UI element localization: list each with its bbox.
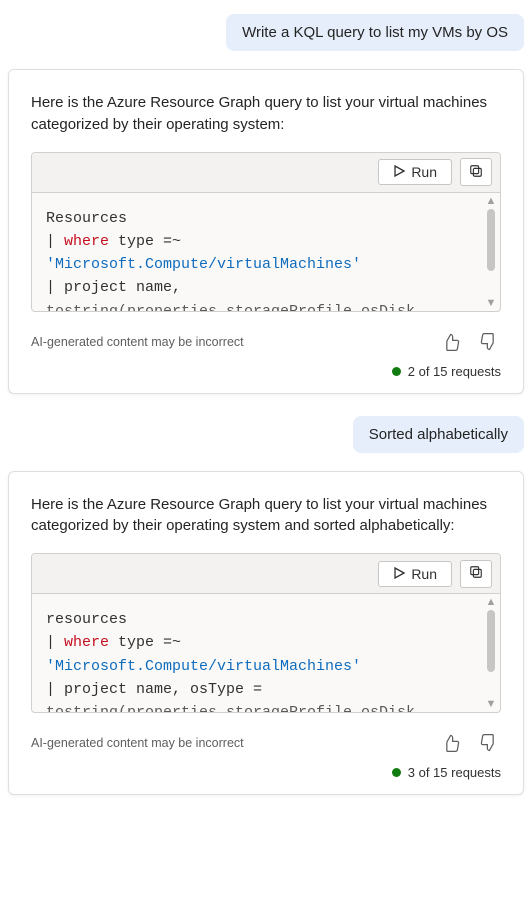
request-counter: 2 of 15 requests — [31, 364, 501, 379]
scroll-thumb[interactable] — [487, 610, 495, 672]
code-toolbar: Run — [32, 554, 500, 594]
response-footer: AI-generated content may be incorrect — [31, 731, 501, 755]
scroll-down-icon: ▼ — [486, 698, 497, 710]
status-dot-icon — [392, 367, 401, 376]
request-counter: 3 of 15 requests — [31, 765, 501, 780]
assistant-intro-text: Here is the Azure Resource Graph query t… — [31, 92, 501, 136]
request-counter-text: 3 of 15 requests — [408, 765, 501, 780]
scroll-up-icon: ▲ — [486, 195, 497, 207]
copy-button[interactable] — [460, 158, 492, 186]
feedback-buttons — [439, 731, 501, 755]
run-button-label: Run — [411, 566, 437, 582]
status-dot-icon — [392, 768, 401, 777]
thumbs-up-button[interactable] — [439, 731, 463, 755]
user-message: Sorted alphabetically — [353, 416, 524, 453]
assistant-response-card: Here is the Azure Resource Graph query t… — [8, 471, 524, 796]
ai-disclaimer: AI-generated content may be incorrect — [31, 736, 244, 750]
run-button[interactable]: Run — [378, 159, 452, 185]
code-block: Run resources | where type =~ 'Microsoft… — [31, 553, 501, 713]
request-counter-text: 2 of 15 requests — [408, 364, 501, 379]
code-toolbar: Run — [32, 153, 500, 193]
scroll-down-icon: ▼ — [486, 297, 497, 309]
assistant-intro-text: Here is the Azure Resource Graph query t… — [31, 494, 501, 538]
user-message: Write a KQL query to list my VMs by OS — [226, 14, 524, 51]
thumbs-down-button[interactable] — [477, 330, 501, 354]
scrollbar[interactable]: ▲ ▼ — [482, 193, 500, 311]
play-icon — [393, 164, 405, 180]
scrollbar[interactable]: ▲ ▼ — [482, 594, 500, 712]
play-icon — [393, 566, 405, 582]
run-button-label: Run — [411, 164, 437, 180]
copy-icon — [469, 164, 483, 181]
copy-icon — [469, 565, 483, 582]
response-footer: AI-generated content may be incorrect — [31, 330, 501, 354]
run-button[interactable]: Run — [378, 561, 452, 587]
copy-button[interactable] — [460, 560, 492, 588]
scroll-up-icon: ▲ — [486, 596, 497, 608]
ai-disclaimer: AI-generated content may be incorrect — [31, 335, 244, 349]
scroll-thumb[interactable] — [487, 209, 495, 271]
assistant-response-card: Here is the Azure Resource Graph query t… — [8, 69, 524, 394]
code-content: resources | where type =~ 'Microsoft.Com… — [32, 594, 482, 712]
thumbs-down-button[interactable] — [477, 731, 501, 755]
thumbs-up-button[interactable] — [439, 330, 463, 354]
code-content: Resources | where type =~ 'Microsoft.Com… — [32, 193, 482, 311]
code-block: Run Resources | where type =~ 'Microsoft… — [31, 152, 501, 312]
feedback-buttons — [439, 330, 501, 354]
